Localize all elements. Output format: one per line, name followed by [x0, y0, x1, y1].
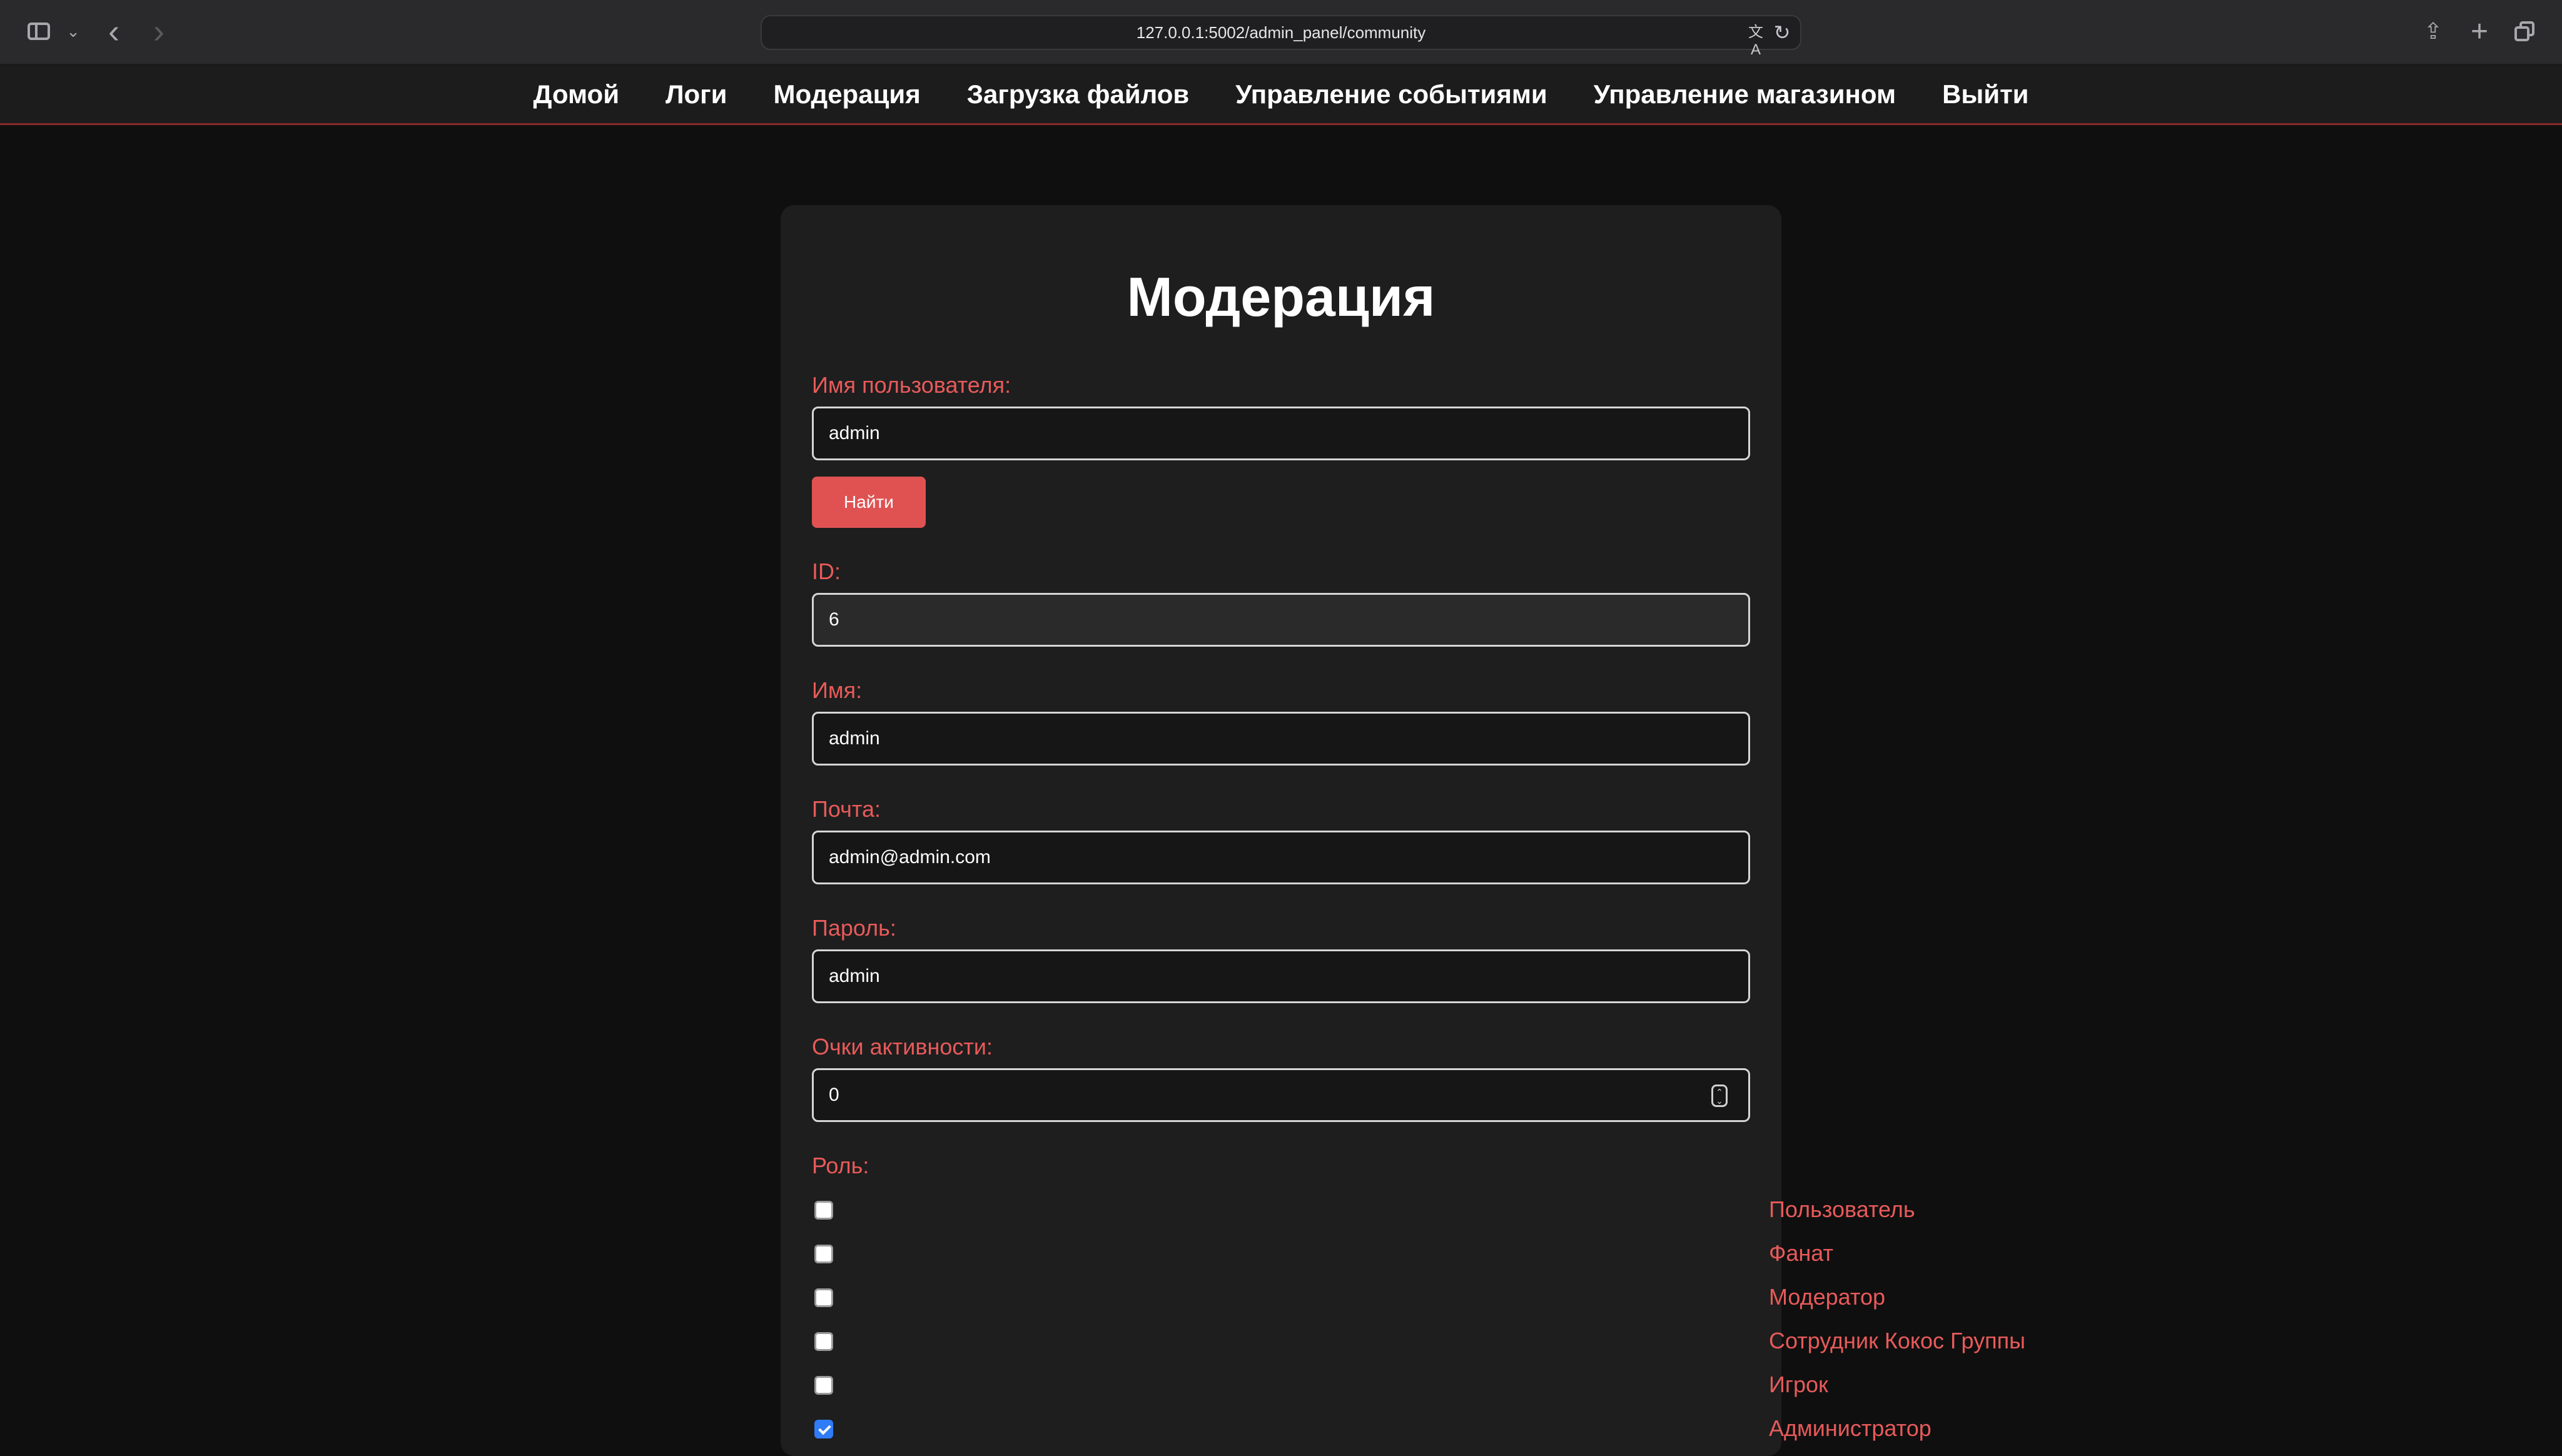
email-input[interactable] — [812, 831, 1750, 884]
reload-icon[interactable]: ↻ — [1773, 23, 1791, 43]
email-label: Почта: — [812, 796, 881, 822]
back-arrow-icon[interactable]: ‹ — [100, 13, 128, 50]
new-tab-icon[interactable]: + — [2467, 15, 2492, 48]
translate-icon[interactable]: 文A — [1744, 24, 1768, 58]
browser-toolbar: ⌄ ‹ › 127.0.0.1:5002/admin_panel/communi… — [0, 0, 2562, 65]
nav-shop[interactable]: Управление магазином — [1594, 79, 1896, 109]
forward-arrow-icon[interactable]: › — [145, 13, 173, 50]
sidebar-toggle-icon[interactable] — [25, 20, 53, 43]
role-label: Роль: — [812, 1153, 869, 1178]
name-label: Имя: — [812, 677, 863, 703]
nav-logout[interactable]: Выйти — [1942, 79, 2028, 109]
address-url[interactable]: 127.0.0.1:5002/admin_panel/community — [762, 16, 1800, 49]
role-checkbox-fan[interactable] — [814, 1245, 833, 1263]
role-checkbox-admin[interactable] — [814, 1420, 833, 1438]
nav-logs[interactable]: Логи — [666, 79, 727, 109]
stepper-icon[interactable]: ⌃ ⌄ — [1711, 1084, 1728, 1107]
share-icon[interactable]: ⇪ — [2421, 16, 2446, 46]
chevron-down-icon[interactable]: ⌄ — [63, 20, 84, 43]
role-label-player: Игрок — [1769, 1372, 1828, 1397]
nav-home[interactable]: Домой — [533, 79, 619, 109]
role-label-admin: Администратор — [1769, 1415, 1932, 1441]
points-input[interactable] — [812, 1068, 1750, 1122]
page-title: Модерация — [1127, 266, 1435, 328]
role-label-moderator: Модератор — [1769, 1284, 1886, 1310]
role-label-user: Пользователь — [1769, 1196, 1915, 1222]
nav-file-upload[interactable]: Загрузка файлов — [967, 79, 1190, 109]
role-checkbox-employee[interactable] — [814, 1332, 833, 1351]
name-input[interactable] — [812, 712, 1750, 766]
role-checkbox-moderator[interactable] — [814, 1288, 833, 1307]
role-label-fan: Фанат — [1769, 1240, 1833, 1266]
points-label: Очки активности: — [812, 1034, 993, 1059]
id-label: ID: — [812, 559, 841, 584]
address-bar[interactable]: 127.0.0.1:5002/admin_panel/community 文A … — [761, 15, 1801, 58]
find-button[interactable]: Найти — [812, 477, 926, 528]
tab-overview-icon[interactable] — [2513, 20, 2538, 45]
password-label: Пароль: — [812, 915, 896, 941]
role-checkbox-player[interactable] — [814, 1376, 833, 1395]
username-input[interactable] — [812, 407, 1750, 460]
id-input — [812, 593, 1750, 647]
password-input[interactable] — [812, 949, 1750, 1003]
role-label-employee: Сотрудник Кокос Группы — [1769, 1328, 2026, 1353]
nav-events[interactable]: Управление событиями — [1235, 79, 1547, 109]
nav-moderation[interactable]: Модерация — [773, 79, 920, 109]
site-nav: Домой Логи Модерация Загрузка файлов Упр… — [0, 65, 2562, 125]
role-checkbox-user[interactable] — [814, 1201, 833, 1220]
username-label: Имя пользователя: — [812, 372, 1011, 398]
